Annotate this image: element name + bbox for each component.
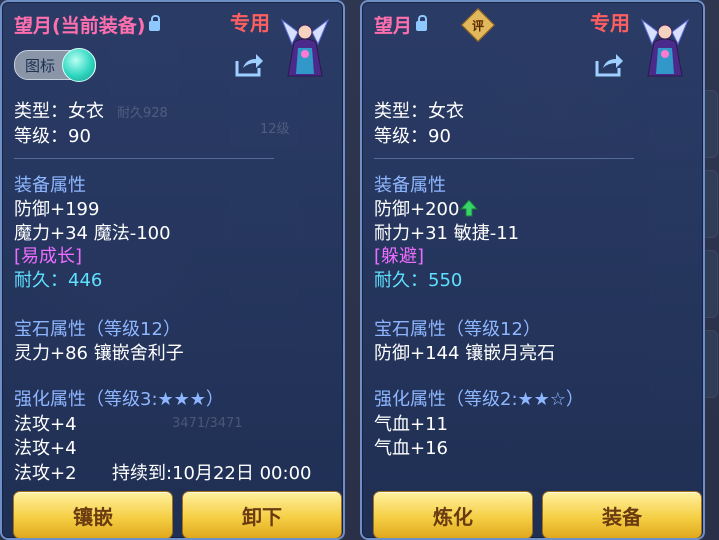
gem-attr: 防御+144 镶嵌月亮石 [374,343,556,364]
evaluate-label: 评 [471,18,484,33]
compare-equipment-panel: 望月 评 专用 类型：女衣 等级：90 装备属性 防御+200 耐力+31 敏捷… [360,0,705,540]
bg-level-hint: 12级 [260,122,290,137]
divider [14,158,274,159]
lock-icon [416,15,428,31]
durability-line: 耐久：550 [374,266,462,292]
attr-text: 防御+200 [374,199,460,220]
item-type: 类型：女衣 [374,101,464,122]
item-level: 等级：90 [14,126,91,147]
special-attr: [易成长] [14,246,83,267]
enhance-line: 法攻+4 [14,414,77,435]
bg-durability-hint: 耐久928 [117,106,168,121]
durability-line: 耐久：446 [14,266,102,292]
enhance-line: 法攻+2 [14,463,77,484]
toggle-label: 图标 [25,57,56,75]
gem-attr-header: 宝石属性（等级12） [374,319,541,340]
enhance-duration: 持续到:10月22日 00:00 [112,463,312,484]
gem-attr: 灵力+86 镶嵌舍利子 [14,343,184,364]
current-equipment-panel: 耐久928 12级 3471/3471 望月(当前装备) 专用 图标 类型：女衣… [0,0,345,540]
refine-button[interactable]: 炼化 [373,491,533,538]
equipped-status: (当前装备) [52,15,146,37]
item-title: 望月 [374,11,428,38]
item-level: 等级：90 [374,126,451,147]
attr-line: 防御+200 [374,195,479,221]
equip-attr-header: 装备属性 [374,175,446,196]
share-icon[interactable] [594,52,624,78]
enhance-attr-header: 强化属性（等级2:★★☆） [374,389,584,410]
special-attr: [躲避] [374,246,425,267]
unequip-button[interactable]: 卸下 [182,491,342,538]
item-name: 望月 [14,15,53,37]
lock-icon [149,15,161,31]
exclusive-tag: 专用 [230,11,270,35]
durability-value: 550 [428,270,463,291]
durability-value: 446 [68,270,103,291]
enhance-line: 气血+16 [374,438,448,459]
durability-label: 耐久： [14,270,68,291]
attr-line: 防御+199 [14,199,100,220]
icon-toggle[interactable]: 图标 [14,48,96,82]
enhance-line: 法攻+4 [14,438,77,459]
evaluate-badge[interactable]: 评 [461,8,495,42]
gem-attr-header: 宝石属性（等级12） [14,319,181,340]
item-name: 望月 [374,15,413,37]
equip-attr-header: 装备属性 [14,175,86,196]
up-arrow-icon [460,199,479,217]
character-avatar [280,18,330,77]
equip-button[interactable]: 装备 [542,491,702,538]
toggle-knob[interactable] [62,48,96,82]
character-avatar [640,18,690,77]
durability-label: 耐久： [374,270,428,291]
enhance-attr-header: 强化属性（等级3:★★★） [14,389,224,410]
share-icon[interactable] [234,52,264,78]
inlay-button[interactable]: 镶嵌 [13,491,173,538]
divider [374,158,634,159]
enhance-line: 气血+11 [374,414,448,435]
item-title: 望月(当前装备) [14,11,161,38]
bg-progress-text: 3471/3471 [172,416,243,431]
item-type: 类型：女衣 [14,101,104,122]
exclusive-tag: 专用 [590,11,630,35]
